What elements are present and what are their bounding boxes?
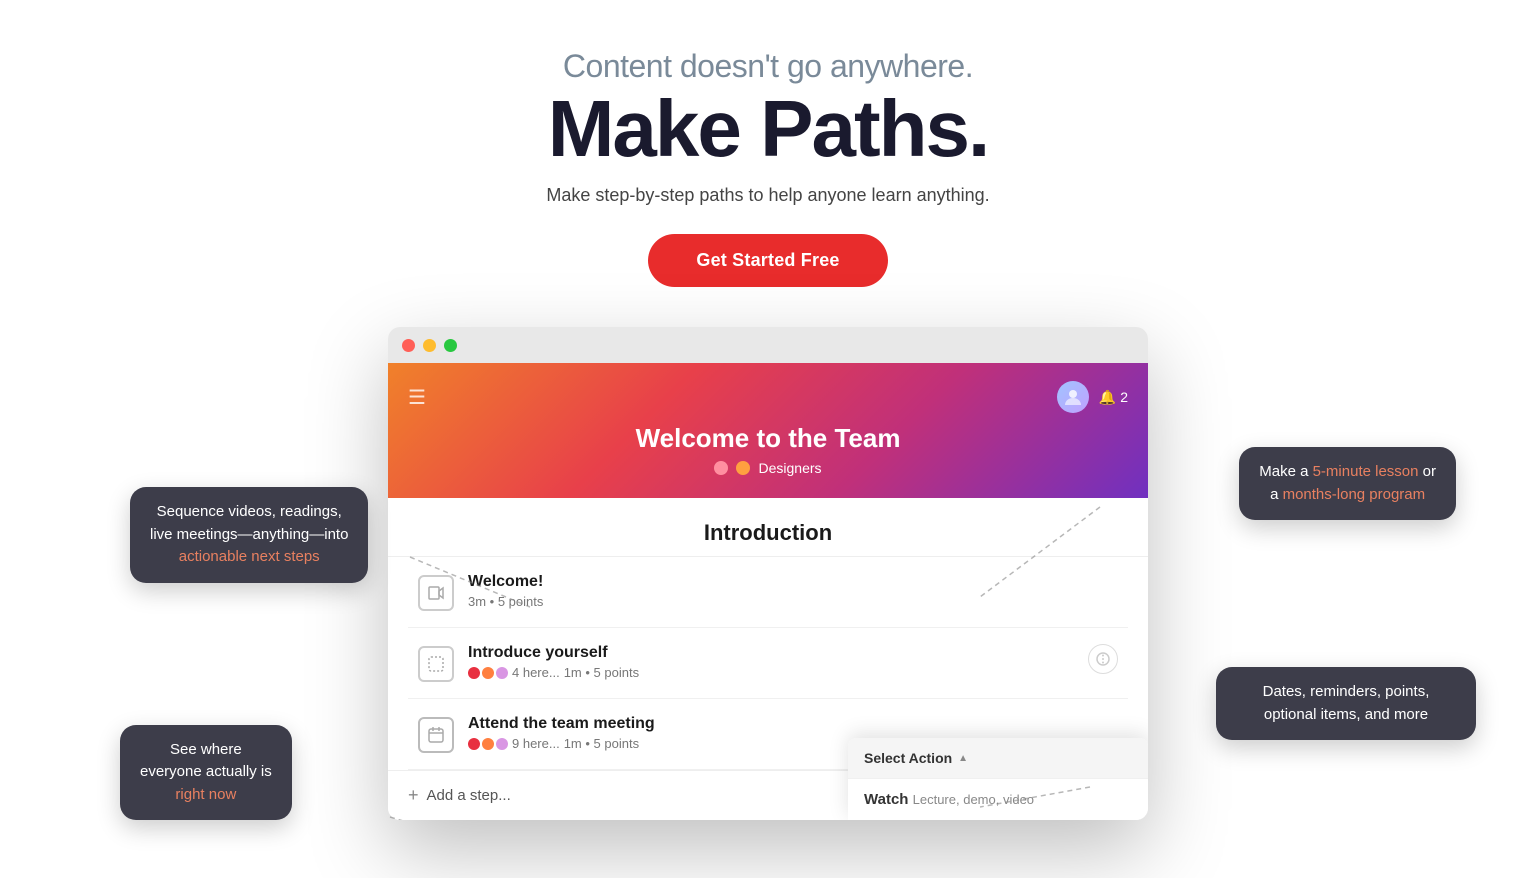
chevron-up-icon: ▲ [958,753,968,764]
notification-badge[interactable]: 🔔 2 [1099,389,1128,406]
hero-description: Make step-by-step paths to help anyone l… [0,185,1536,206]
tag-dot-pink [714,461,728,475]
step-duration: 1m • 5 points [564,736,639,751]
tooltip-text: See whereeveryone actually is [140,741,272,781]
tooltip-duration: Make a 5-minute lesson ora months-long p… [1239,447,1456,520]
step-avatars [468,738,508,750]
avatar-dot [482,667,494,679]
avatar-dot [496,738,508,750]
page-container: Content doesn't go anywhere. Make Paths.… [0,0,1536,878]
window-section: ☰ 🔔 2 [0,327,1536,820]
step-info: Welcome! 3m • 5 points [468,573,1118,609]
hero-subtitle: Content doesn't go anywhere. [0,48,1536,85]
tooltip-highlight: right now [175,786,236,803]
avatar-dot [468,738,480,750]
step-action-button[interactable] [1088,644,1118,674]
dropdown-header: Select Action ▲ [848,738,1148,778]
section-title: Introduction [418,520,1118,546]
maximize-dot[interactable] [444,339,457,352]
content-header: Introduction [388,498,1148,557]
step-info: Introduce yourself 4 here... 1m • 5 poin… [468,644,1074,680]
step-name: Attend the team meeting [468,715,1118,733]
tag-dot-orange [736,461,750,475]
tooltip-text: Sequence videos, readings,live meetings—… [150,503,348,543]
path-tags: Designers [714,460,821,476]
app-content: Introduction Welcom [388,498,1148,820]
video-icon [418,575,454,611]
dropdown-header-text: Select Action [864,750,952,766]
step-item: Welcome! 3m • 5 points [408,557,1128,628]
step-meta: 3m • 5 points [468,594,1118,609]
close-dot[interactable] [402,339,415,352]
add-icon: + [408,785,419,806]
tooltip-text: Make a [1259,463,1312,480]
dropdown-item-watch[interactable]: Watch Lecture, demo, video [848,778,1148,820]
dropdown-panel: Select Action ▲ Watch Lecture, demo, vid… [848,738,1148,820]
tooltip-highlight-1: 5-minute lesson [1313,463,1419,480]
avatar-dot [482,738,494,750]
add-step-area: + Add a step... Select Action ▲ Watch [388,770,1148,820]
app-header-topbar: ☰ 🔔 2 [408,381,1128,413]
step-meta: 4 here... 1m • 5 points [468,665,1074,680]
tooltip-sequence: Sequence videos, readings,live meetings—… [130,487,368,583]
window-chrome [388,327,1148,363]
path-title: Welcome to the Team [636,423,901,454]
step-avatars [468,667,508,679]
task-icon [418,646,454,682]
hero-section: Content doesn't go anywhere. Make Paths.… [0,0,1536,307]
avatar-dot [496,667,508,679]
app-window: ☰ 🔔 2 [388,327,1148,820]
header-right: 🔔 2 [1057,381,1128,413]
calendar-icon [418,717,454,753]
hamburger-icon[interactable]: ☰ [408,385,426,410]
path-tag-label: Designers [758,460,821,476]
step-name: Introduce yourself [468,644,1074,662]
add-step-label[interactable]: Add a step... [427,787,511,804]
tooltip-text-2: ora [1270,463,1436,503]
step-name: Welcome! [468,573,1118,591]
tooltip-see-where: See whereeveryone actually is right now [120,725,292,821]
avatar-count: 9 here... [512,736,560,751]
tooltip-text: Dates, reminders, points, optional items… [1263,683,1430,723]
tooltip-highlight-2: months-long program [1283,486,1426,503]
get-started-button[interactable]: Get Started Free [648,234,887,287]
step-item: Introduce yourself 4 here... 1m • 5 poin… [408,628,1128,699]
step-duration: 1m • 5 points [564,665,639,680]
hero-title: Make Paths. [0,89,1536,169]
avatar [1057,381,1089,413]
minimize-dot[interactable] [423,339,436,352]
app-header: ☰ 🔔 2 [388,363,1148,498]
avatar-count: 4 here... [512,665,560,680]
app-window-wrapper: ☰ 🔔 2 [388,327,1148,820]
dropdown-item-sub: Lecture, demo, video [913,792,1034,807]
tooltip-highlight: actionable next steps [179,548,320,565]
tooltip-dates: Dates, reminders, points, optional items… [1216,667,1476,740]
dropdown-item-label: Watch [864,791,908,808]
avatar-dot [468,667,480,679]
